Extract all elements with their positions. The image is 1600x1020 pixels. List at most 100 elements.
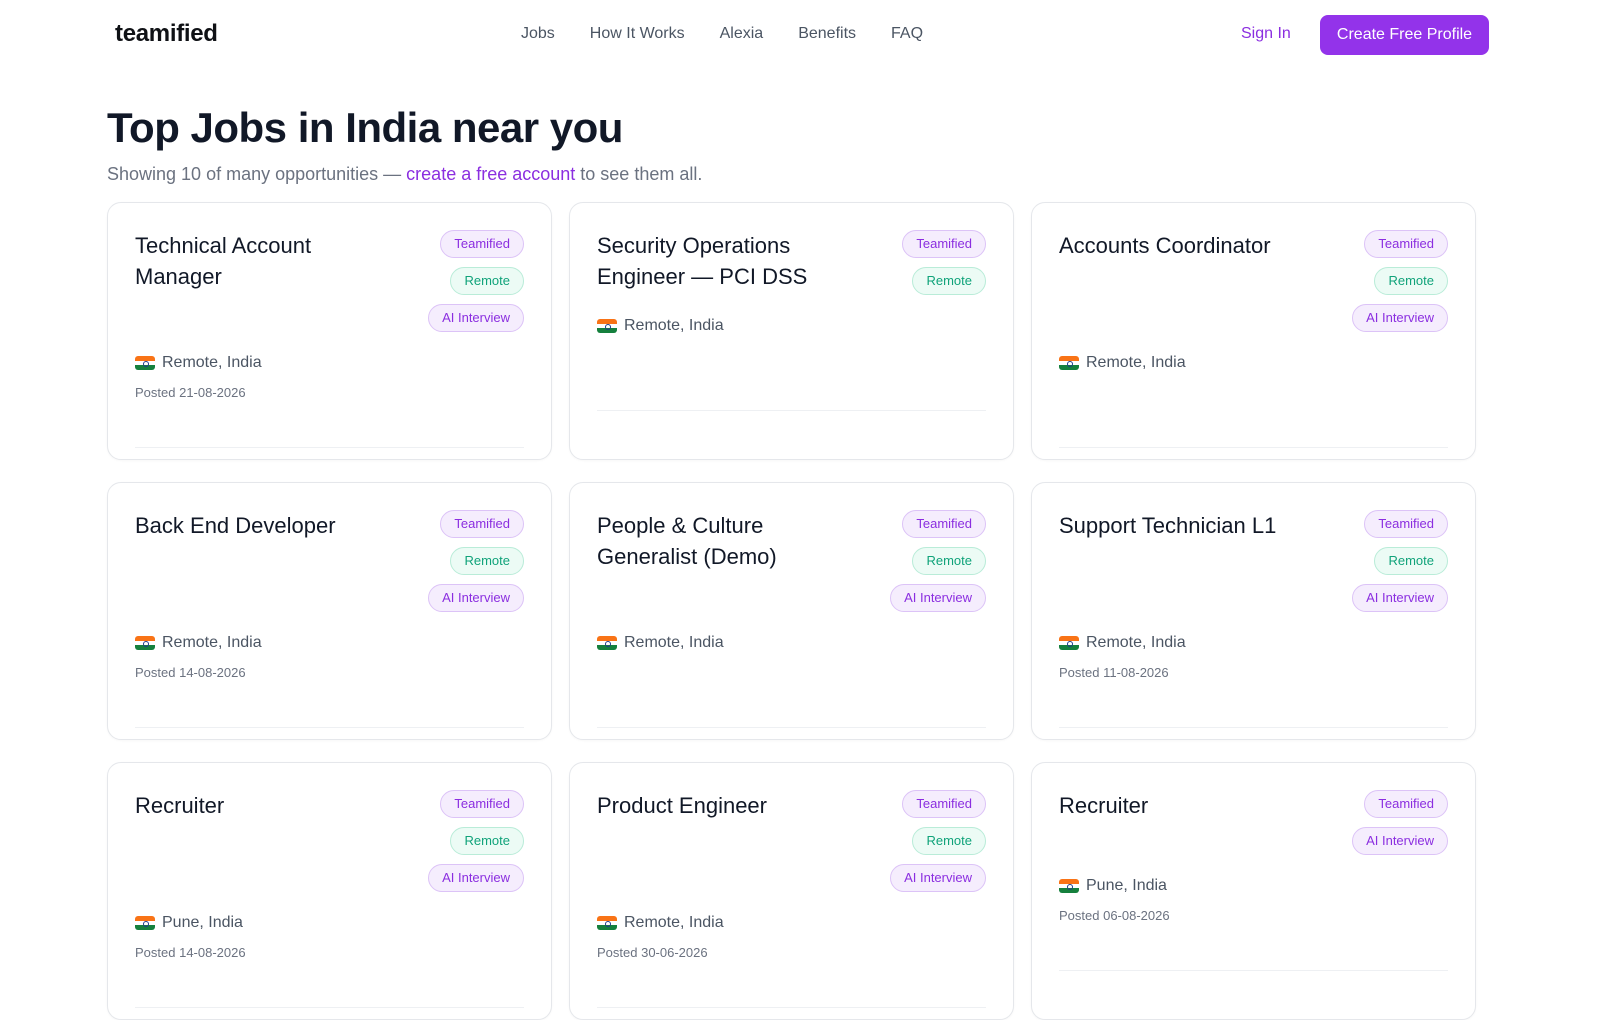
- teamified-badge: Teamified: [1364, 230, 1448, 258]
- job-location-text: Remote, India: [1086, 634, 1186, 651]
- job-title[interactable]: Support Technician L1: [1059, 510, 1309, 541]
- job-location: Remote, India: [1059, 354, 1186, 372]
- job-location-text: Pune, India: [162, 914, 243, 931]
- teamified-logo[interactable]: teamified: [115, 20, 218, 48]
- teamified-badge: Teamified: [440, 510, 524, 538]
- job-title[interactable]: Back End Developer: [135, 510, 385, 541]
- ai-badge: AI Interview: [1352, 827, 1448, 855]
- nav-link-faq[interactable]: FAQ: [891, 25, 923, 43]
- card-divider: [597, 410, 986, 411]
- india-flag-icon: [1059, 636, 1079, 650]
- teamified-badge: Teamified: [440, 230, 524, 258]
- subtitle-text-end: to see them all.: [575, 164, 703, 184]
- remote-badge: Remote: [912, 267, 986, 295]
- india-flag-icon: [135, 636, 155, 650]
- india-flag-icon: [597, 636, 617, 650]
- remote-badge: Remote: [450, 547, 524, 575]
- teamified-badge: Teamified: [902, 510, 986, 538]
- india-flag-icon: [1059, 879, 1079, 893]
- nav-link-jobs[interactable]: Jobs: [521, 25, 555, 43]
- job-card[interactable]: Technical Account Manager Teamified Remote…: [107, 202, 552, 460]
- job-title[interactable]: Technical Account Manager: [135, 230, 385, 292]
- job-badges: Teamified Remote: [902, 230, 986, 304]
- job-location-text: Remote, India: [624, 317, 724, 334]
- job-posted-date: Posted 21-08-2026: [135, 385, 246, 400]
- job-location: Remote, India: [1059, 634, 1186, 652]
- job-location: Pune, India: [1059, 877, 1167, 895]
- job-posted-date: Posted 11-08-2026: [1059, 665, 1169, 680]
- ai-badge: AI Interview: [428, 864, 524, 892]
- job-card[interactable]: Accounts Coordinator Teamified Remote AI In…: [1031, 202, 1476, 460]
- main-nav: Jobs How It Works Alexia Benefits FAQ: [521, 25, 958, 43]
- remote-badge: Remote: [450, 827, 524, 855]
- top-navigation-bar: teamified Jobs How It Works Alexia Benef…: [0, 0, 1600, 70]
- job-location-text: Pune, India: [1086, 877, 1167, 894]
- job-location: Remote, India: [597, 914, 724, 932]
- subtitle-text-start: Showing 10 of many opportunities —: [107, 164, 407, 184]
- job-card[interactable]: Recruiter Teamified AI Interview Pune, Indi…: [1031, 762, 1476, 1020]
- ai-badge: AI Interview: [1352, 304, 1448, 332]
- job-posted-date: Posted 14-08-2026: [135, 665, 246, 680]
- card-divider: [597, 1007, 986, 1008]
- remote-badge: Remote: [1374, 547, 1448, 575]
- job-title[interactable]: Recruiter: [135, 790, 385, 821]
- remote-badge: Remote: [912, 827, 986, 855]
- job-card[interactable]: Product Engineer Teamified Remote AI Interv…: [569, 762, 1014, 1020]
- page-title: Top Jobs in India near you: [107, 104, 623, 151]
- job-card[interactable]: Recruiter Teamified Remote AI Interview Pune…: [107, 762, 552, 1020]
- job-location: Remote, India: [135, 354, 262, 372]
- teamified-badge: Teamified: [440, 790, 524, 818]
- sign-in-link[interactable]: Sign In: [1241, 25, 1291, 43]
- job-location: Pune, India: [135, 914, 243, 932]
- remote-badge: Remote: [912, 547, 986, 575]
- job-badges: Teamified Remote AI Interview: [890, 790, 986, 901]
- job-posted-date: Posted 14-08-2026: [135, 945, 246, 960]
- job-location-text: Remote, India: [624, 634, 724, 651]
- teamified-badge: Teamified: [1364, 790, 1448, 818]
- job-posted-date: Posted 30-06-2026: [597, 945, 708, 960]
- teamified-badge: Teamified: [902, 230, 986, 258]
- job-title[interactable]: People & Culture Generalist (Demo): [597, 510, 847, 572]
- job-location-text: Remote, India: [162, 634, 262, 651]
- india-flag-icon: [597, 916, 617, 930]
- job-title[interactable]: Recruiter: [1059, 790, 1309, 821]
- card-divider: [597, 727, 986, 728]
- teamified-badge: Teamified: [1364, 510, 1448, 538]
- job-title[interactable]: Accounts Coordinator: [1059, 230, 1309, 261]
- job-badges: Teamified Remote AI Interview: [1352, 230, 1448, 341]
- card-divider: [135, 727, 524, 728]
- job-title[interactable]: Product Engineer: [597, 790, 847, 821]
- india-flag-icon: [597, 319, 617, 333]
- card-divider: [135, 1007, 524, 1008]
- nav-link-how-it-works[interactable]: How It Works: [590, 25, 685, 43]
- job-card[interactable]: Security Operations Engineer — PCI DSS Te…: [569, 202, 1014, 460]
- job-title[interactable]: Security Operations Engineer — PCI DSS: [597, 230, 847, 292]
- ai-badge: AI Interview: [890, 584, 986, 612]
- create-free-profile-button[interactable]: Create Free Profile: [1320, 15, 1489, 55]
- job-badges: Teamified Remote AI Interview: [890, 510, 986, 621]
- job-badges: Teamified AI Interview: [1352, 790, 1448, 864]
- ai-badge: AI Interview: [428, 304, 524, 332]
- india-flag-icon: [1059, 356, 1079, 370]
- job-posted-date: Posted 06-08-2026: [1059, 908, 1170, 923]
- ai-badge: AI Interview: [890, 864, 986, 892]
- card-divider: [1059, 970, 1448, 971]
- job-card[interactable]: Back End Developer Teamified Remote AI Inte…: [107, 482, 552, 740]
- job-card[interactable]: People & Culture Generalist (Demo) Teamif…: [569, 482, 1014, 740]
- job-location: Remote, India: [597, 317, 724, 335]
- nav-link-benefits[interactable]: Benefits: [798, 25, 856, 43]
- job-location-text: Remote, India: [624, 914, 724, 931]
- create-account-link[interactable]: create a free account: [406, 164, 575, 184]
- card-divider: [1059, 447, 1448, 448]
- job-location: Remote, India: [135, 634, 262, 652]
- india-flag-icon: [135, 916, 155, 930]
- nav-link-alexia[interactable]: Alexia: [720, 25, 764, 43]
- ai-badge: AI Interview: [428, 584, 524, 612]
- job-card[interactable]: Support Technician L1 Teamified Remote AI I…: [1031, 482, 1476, 740]
- job-badges: Teamified Remote AI Interview: [428, 790, 524, 901]
- job-location-text: Remote, India: [1086, 354, 1186, 371]
- card-divider: [1059, 727, 1448, 728]
- remote-badge: Remote: [450, 267, 524, 295]
- job-location: Remote, India: [597, 634, 724, 652]
- job-badges: Teamified Remote AI Interview: [1352, 510, 1448, 621]
